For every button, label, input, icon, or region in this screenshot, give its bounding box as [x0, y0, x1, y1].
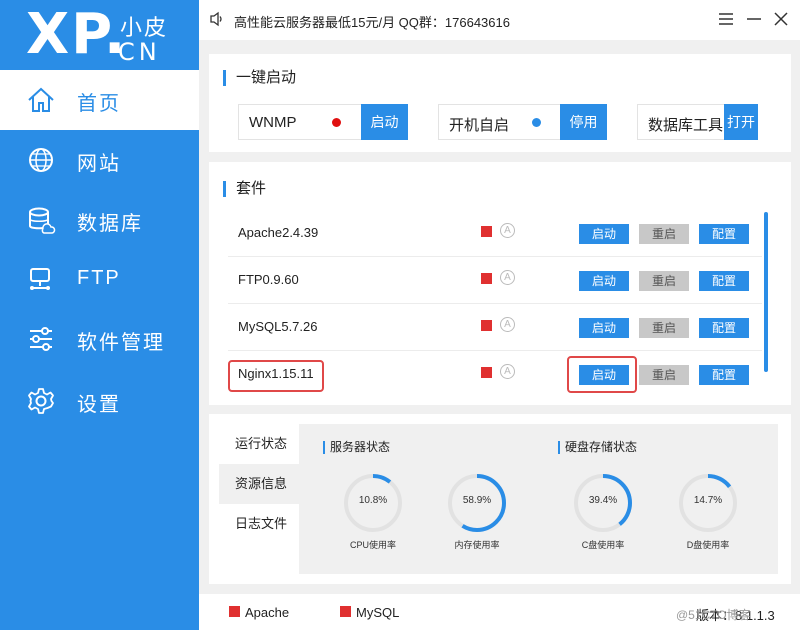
autostart-toggle[interactable]: A — [500, 223, 515, 238]
autostart-toggle[interactable]: A — [500, 270, 515, 285]
wnmp-start-button[interactable]: 启动 — [361, 104, 408, 140]
config-button[interactable]: 配置 — [699, 318, 749, 338]
nav-item-software[interactable]: 软件管理 — [0, 309, 199, 369]
restart-button[interactable]: 重启 — [639, 365, 689, 385]
wnmp-label: WNMP — [249, 114, 297, 131]
restart-button[interactable]: 重启 — [639, 224, 689, 244]
nav-label: 软件管理 — [77, 332, 165, 354]
status-area: 服务器状态 硬盘存储状态 10.8% CPU使用率 58.9% 内存使用率 39… — [299, 424, 778, 574]
highlight-box-nginx-start — [567, 356, 637, 393]
suite-title: 套件 — [223, 181, 266, 197]
watermark: @51CTO博客 — [676, 608, 751, 622]
sliders-icon — [30, 327, 52, 351]
nav-item-ftp[interactable]: FTP — [0, 250, 199, 310]
suite-scrollbar[interactable] — [764, 212, 768, 372]
apache-footer-label: Apache — [245, 605, 290, 620]
mysql-footer-label: MySQL — [356, 605, 400, 620]
config-button[interactable]: 配置 — [699, 365, 749, 385]
gear-icon — [28, 388, 54, 414]
memory-gauge: 58.9% — [447, 473, 507, 533]
autostart-toggle[interactable]: A — [500, 364, 515, 379]
suite-name: FTP0.9.60 — [238, 272, 299, 287]
start-button[interactable]: 启动 — [579, 271, 629, 291]
notice-text: 高性能云服务器最低15元/月 QQ群：176643616 — [234, 15, 510, 30]
ftp-icon — [30, 268, 50, 290]
d-drive-usage-label: D盘使用率 — [686, 540, 730, 550]
suite-row-ftp: FTP0.9.60 A 启动 重启 配置 — [228, 257, 762, 304]
menu-icon[interactable] — [715, 8, 737, 30]
highlight-box-nginx-name — [228, 360, 324, 392]
restart-button[interactable]: 重启 — [639, 271, 689, 291]
home-icon — [28, 87, 54, 112]
config-button[interactable]: 配置 — [699, 271, 749, 291]
suite-row-apache: Apache2.4.39 A 启动 重启 配置 — [228, 210, 762, 257]
logo-main: XP. — [26, 2, 128, 67]
autostart-toggle[interactable]: A — [500, 317, 515, 332]
nav-item-home[interactable]: 首页 — [0, 70, 199, 130]
database-icon — [29, 207, 56, 234]
c-drive-usage-label: C盘使用率 — [581, 540, 625, 550]
db-tool-open-button[interactable]: 打开 — [724, 104, 758, 140]
speaker-icon — [210, 11, 222, 27]
apache-status-indicator — [229, 606, 240, 617]
start-button[interactable]: 启动 — [579, 224, 629, 244]
logo: XP. 小皮 CN — [0, 0, 199, 70]
status-indicator — [481, 273, 492, 284]
server-status-title: 服务器状态 — [323, 441, 390, 454]
memory-usage-value: 58.9% — [462, 495, 492, 506]
d-drive-gauge: 14.7% — [678, 473, 738, 533]
autostart-status-dot — [532, 118, 541, 127]
d-drive-usage-value: 14.7% — [693, 495, 723, 506]
mysql-status-indicator — [340, 606, 351, 617]
start-button[interactable]: 启动 — [579, 318, 629, 338]
nav-label: FTP — [77, 267, 121, 289]
logo-sub-bottom: CN — [118, 38, 161, 66]
status-indicator — [481, 320, 492, 331]
wnmp-box: WNMP 启动 — [238, 104, 408, 140]
disk-status-title: 硬盘存储状态 — [558, 441, 637, 454]
status-indicator — [481, 367, 492, 378]
db-tool-box: 数据库工具 打开 — [637, 104, 758, 140]
nav-label: 数据库 — [77, 213, 143, 235]
cpu-gauge: 10.8% — [343, 473, 403, 533]
db-tool-label: 数据库工具 — [648, 117, 724, 134]
tab-running-status[interactable]: 运行状态 — [219, 424, 299, 464]
status-indicator — [481, 226, 492, 237]
suite-name: MySQL5.7.26 — [238, 319, 318, 334]
restart-button[interactable]: 重启 — [639, 318, 689, 338]
tab-resource-info[interactable]: 资源信息 — [219, 464, 299, 504]
header: 高性能云服务器最低15元/月 QQ群：176643616 — [199, 0, 800, 40]
suite-row-mysql: MySQL5.7.26 A 启动 重启 配置 — [228, 304, 762, 351]
nav-label: 首页 — [77, 93, 121, 115]
c-drive-gauge: 39.4% — [573, 473, 633, 533]
tab-log-files[interactable]: 日志文件 — [219, 504, 299, 544]
minimize-icon[interactable] — [743, 8, 765, 30]
autostart-stop-button[interactable]: 停用 — [560, 104, 607, 140]
sidebar: XP. 小皮 CN 首页 网站 数据库 FTP 软件管理 设置 — [0, 0, 199, 630]
nav-label: 网站 — [77, 153, 121, 175]
nav-item-database[interactable]: 数据库 — [0, 190, 199, 250]
nav-item-website[interactable]: 网站 — [0, 130, 199, 190]
close-icon[interactable] — [770, 8, 792, 30]
cpu-usage-label: CPU使用率 — [349, 540, 396, 550]
c-drive-usage-value: 39.4% — [588, 495, 618, 506]
nav-label: 设置 — [77, 394, 121, 416]
memory-usage-label: 内存使用率 — [454, 540, 500, 550]
wnmp-status-dot — [332, 118, 341, 127]
autostart-box: 开机自启 停用 — [438, 104, 607, 140]
quick-start-title: 一键启动 — [223, 70, 296, 86]
globe-icon — [29, 148, 53, 172]
nav-item-settings[interactable]: 设置 — [0, 371, 199, 431]
config-button[interactable]: 配置 — [699, 224, 749, 244]
autostart-label: 开机自启 — [449, 117, 510, 134]
cpu-usage-value: 10.8% — [358, 495, 388, 506]
suite-name: Apache2.4.39 — [238, 225, 319, 240]
